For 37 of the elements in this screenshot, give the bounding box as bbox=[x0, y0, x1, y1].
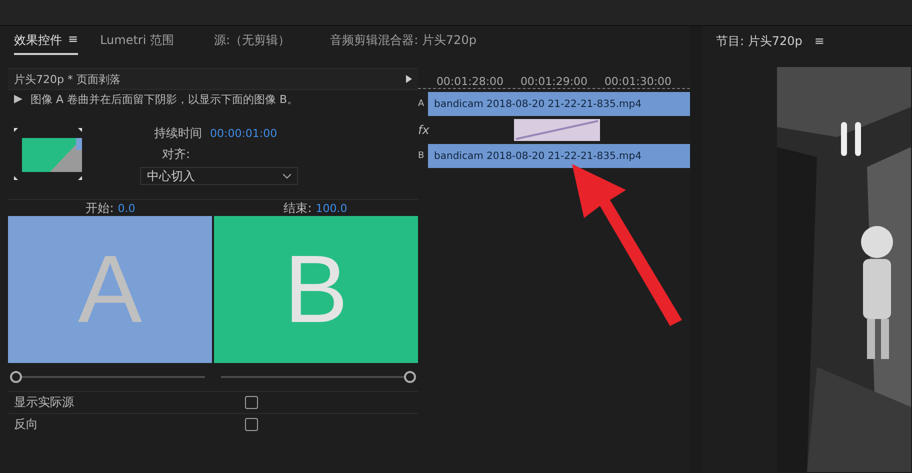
panel-tab[interactable]: 源:（无剪辑） bbox=[214, 28, 290, 54]
effect-title: 片头720p * 页面剥落 bbox=[14, 72, 120, 86]
menu-icon[interactable]: ≡ bbox=[814, 34, 824, 48]
panel-title: 节目: 片头720p bbox=[716, 32, 802, 50]
transition-clip[interactable] bbox=[514, 119, 600, 141]
time-tick: 00:01:28:00 bbox=[436, 75, 504, 88]
alignment-dropdown[interactable]: 中心切入 bbox=[140, 167, 298, 185]
clip[interactable]: bandicam 2018-08-20 21-22-21-835.mp4 bbox=[428, 92, 690, 116]
fx-label: fx bbox=[418, 123, 428, 137]
time-tick: 00:01:30:00 bbox=[604, 75, 672, 88]
track-label: B bbox=[418, 151, 426, 161]
preview-b: B bbox=[214, 216, 418, 363]
panel-tab[interactable]: 音频剪辑混合器: 片头720p bbox=[330, 28, 476, 54]
panel-tab[interactable]: 效果控件 ≡ bbox=[14, 28, 78, 54]
checkbox[interactable] bbox=[245, 396, 258, 409]
checkbox[interactable] bbox=[245, 418, 258, 431]
field-label: 对齐: bbox=[162, 146, 192, 163]
field-label: 结束: bbox=[284, 200, 312, 216]
transition-preview-icon bbox=[12, 126, 84, 182]
duration-value[interactable]: 00:00:01:00 bbox=[210, 127, 278, 140]
field-label: 持续时间 bbox=[154, 125, 202, 142]
effect-description: 图像 A 卷曲并在后面留下阴影，以显示下面的图像 B。 bbox=[30, 92, 298, 107]
clip[interactable]: bandicam 2018-08-20 21-22-21-835.mp4 bbox=[428, 144, 690, 168]
time-tick: 00:01:29:00 bbox=[520, 75, 588, 88]
slider-thumb[interactable] bbox=[404, 371, 416, 383]
option-label: 显示实际源 bbox=[14, 394, 74, 411]
preview-a: A bbox=[8, 216, 212, 363]
field-label: 开始: bbox=[86, 200, 114, 216]
end-value[interactable]: 100.0 bbox=[316, 202, 348, 214]
play-icon bbox=[406, 75, 412, 83]
start-value[interactable]: 0.0 bbox=[118, 202, 136, 214]
track-label: A bbox=[418, 99, 426, 109]
expand-toggle[interactable]: ▶ bbox=[14, 92, 22, 107]
panel-tab[interactable]: Lumetri 范围 bbox=[100, 28, 174, 54]
slider-thumb[interactable] bbox=[10, 371, 22, 383]
caret-icon bbox=[283, 174, 291, 178]
option-label: 反向 bbox=[14, 416, 38, 433]
